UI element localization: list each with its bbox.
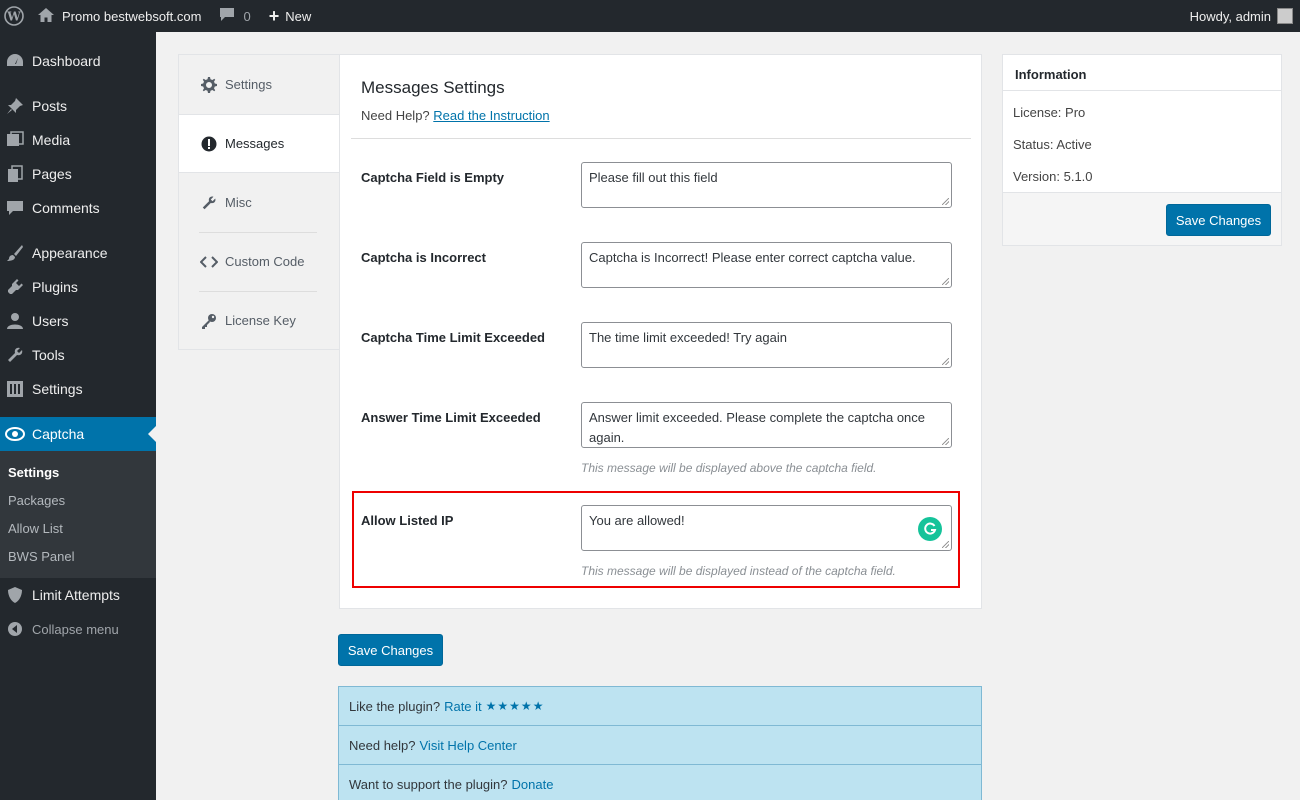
label-allow-listed-ip: Allow Listed IP bbox=[361, 513, 454, 528]
submenu-packages[interactable]: Packages bbox=[8, 493, 65, 508]
comment-bubble-icon bbox=[219, 7, 235, 25]
sidebar-item-media[interactable]: Media bbox=[0, 123, 156, 157]
textarea-captcha-field-empty[interactable]: Please fill out this field bbox=[581, 162, 952, 208]
tab-settings[interactable]: Settings bbox=[179, 55, 340, 114]
information-box: Information License: Pro Status: Active … bbox=[1002, 54, 1282, 246]
plus-icon: + bbox=[268, 5, 280, 26]
brush-icon bbox=[5, 243, 25, 263]
grammarly-icon[interactable] bbox=[918, 517, 942, 541]
admin-sidebar: Dashboard Posts Media Pages Comments App… bbox=[0, 32, 156, 800]
version-line: Version: 5.1.0 bbox=[1013, 169, 1093, 184]
textarea-allow-listed-ip[interactable]: You are allowed! bbox=[581, 505, 952, 551]
sidebar-item-appearance[interactable]: Appearance bbox=[0, 236, 156, 270]
media-icon bbox=[5, 130, 25, 150]
help-center-link[interactable]: Visit Help Center bbox=[420, 738, 517, 753]
pages-icon bbox=[5, 164, 25, 184]
help-line: Need Help? Read the Instruction bbox=[361, 108, 550, 123]
captcha-submenu: Settings Packages Allow List BWS Panel bbox=[0, 451, 156, 578]
license-line: License: Pro bbox=[1013, 105, 1086, 120]
captcha-icon bbox=[5, 424, 25, 444]
wordpress-logo-icon[interactable]: W bbox=[0, 0, 28, 32]
collapse-icon bbox=[5, 619, 25, 639]
label-captcha-incorrect: Captcha is Incorrect bbox=[361, 250, 486, 265]
submenu-bws-panel[interactable]: BWS Panel bbox=[8, 549, 74, 564]
label-captcha-field-empty: Captcha Field is Empty bbox=[361, 170, 505, 185]
divider bbox=[351, 138, 971, 139]
alert-icon bbox=[200, 136, 218, 152]
hint-allow-listed-ip: This message will be displayed instead o… bbox=[581, 564, 896, 578]
sidebar-item-posts[interactable]: Posts bbox=[0, 89, 156, 123]
plug-icon bbox=[5, 277, 25, 297]
gear-icon bbox=[200, 76, 218, 93]
new-content-link[interactable]: + New bbox=[269, 0, 312, 32]
svg-text:W: W bbox=[6, 10, 21, 24]
help-row: Need help? Visit Help Center bbox=[339, 726, 981, 765]
home-icon bbox=[38, 7, 54, 25]
submenu-settings[interactable]: Settings bbox=[8, 465, 59, 480]
page-title: Messages Settings bbox=[361, 78, 505, 97]
divider bbox=[1003, 192, 1281, 193]
tab-misc[interactable]: Misc bbox=[179, 173, 340, 232]
new-label: New bbox=[285, 8, 312, 24]
comments-link[interactable]: 0 bbox=[219, 0, 251, 32]
sidebar-item-plugins[interactable]: Plugins bbox=[0, 270, 156, 304]
rate-it-link[interactable]: Rate it bbox=[444, 699, 482, 714]
dashboard-icon bbox=[5, 51, 25, 71]
comment-icon bbox=[5, 198, 25, 218]
support-row: Want to support the plugin? Donate bbox=[349, 777, 554, 792]
status-line: Status: Active bbox=[1013, 137, 1092, 152]
messages-settings-panel: Messages Settings Need Help? Read the In… bbox=[339, 54, 982, 609]
save-changes-button[interactable]: Save Changes bbox=[338, 634, 443, 666]
plugin-promo-box: Like the plugin? Rate it ★★★★★ Need help… bbox=[338, 686, 982, 800]
label-captcha-time-limit: Captcha Time Limit Exceeded bbox=[361, 330, 545, 345]
tab-custom-code[interactable]: Custom Code bbox=[179, 232, 340, 291]
settings-tabs: Settings Messages Misc Custom Code Licen… bbox=[178, 54, 340, 350]
sidebar-item-pages[interactable]: Pages bbox=[0, 157, 156, 191]
sidebar-item-users[interactable]: Users bbox=[0, 304, 156, 338]
sidebar-item-limit-attempts[interactable]: Limit Attempts bbox=[0, 578, 156, 612]
site-name: Promo bestwebsoft.com bbox=[62, 8, 202, 24]
my-account[interactable]: Howdy, admin bbox=[1190, 0, 1293, 32]
info-title: Information bbox=[1015, 67, 1087, 82]
wrench-icon bbox=[200, 195, 218, 211]
admin-bar: W Promo bestwebsoft.com 0 + New Howdy, a… bbox=[0, 0, 1300, 32]
key-icon bbox=[200, 313, 218, 329]
rate-row: Like the plugin? Rate it ★★★★★ bbox=[339, 687, 981, 726]
user-icon bbox=[5, 311, 25, 331]
info-save-changes-button[interactable]: Save Changes bbox=[1166, 204, 1271, 236]
wrench-icon bbox=[5, 345, 25, 365]
tab-messages[interactable]: Messages bbox=[179, 114, 340, 173]
tab-license-key[interactable]: License Key bbox=[179, 291, 340, 350]
howdy-text: Howdy, admin bbox=[1189, 8, 1271, 24]
stars-icon[interactable]: ★★★★★ bbox=[486, 699, 545, 713]
collapse-menu-button[interactable]: Collapse menu bbox=[0, 612, 156, 646]
shield-icon bbox=[5, 585, 25, 605]
info-footer: Save Changes bbox=[1003, 192, 1281, 245]
read-instruction-link[interactable]: Read the Instruction bbox=[433, 108, 549, 123]
label-answer-time-limit: Answer Time Limit Exceeded bbox=[361, 410, 541, 425]
textarea-captcha-time-limit[interactable]: The time limit exceeded! Try again bbox=[581, 322, 952, 368]
comment-count: 0 bbox=[243, 8, 251, 24]
sidebar-item-comments[interactable]: Comments bbox=[0, 191, 156, 225]
hint-answer-time-limit: This message will be displayed above the… bbox=[581, 461, 877, 475]
sidebar-item-settings[interactable]: Settings bbox=[0, 372, 156, 406]
submenu-allow-list[interactable]: Allow List bbox=[8, 521, 63, 536]
textarea-captcha-incorrect[interactable]: Captcha is Incorrect! Please enter corre… bbox=[581, 242, 952, 288]
pin-icon bbox=[5, 96, 25, 116]
sidebar-item-captcha[interactable]: Captcha bbox=[0, 417, 156, 451]
sidebar-item-tools[interactable]: Tools bbox=[0, 338, 156, 372]
donate-link[interactable]: Donate bbox=[512, 777, 554, 792]
sidebar-item-dashboard[interactable]: Dashboard bbox=[0, 44, 156, 78]
divider bbox=[1003, 90, 1281, 91]
sliders-icon bbox=[5, 379, 25, 399]
code-icon bbox=[200, 255, 218, 269]
textarea-answer-time-limit[interactable]: Answer limit exceeded. Please complete t… bbox=[581, 402, 952, 448]
site-name-link[interactable]: Promo bestwebsoft.com bbox=[38, 0, 201, 32]
avatar bbox=[1277, 8, 1293, 24]
